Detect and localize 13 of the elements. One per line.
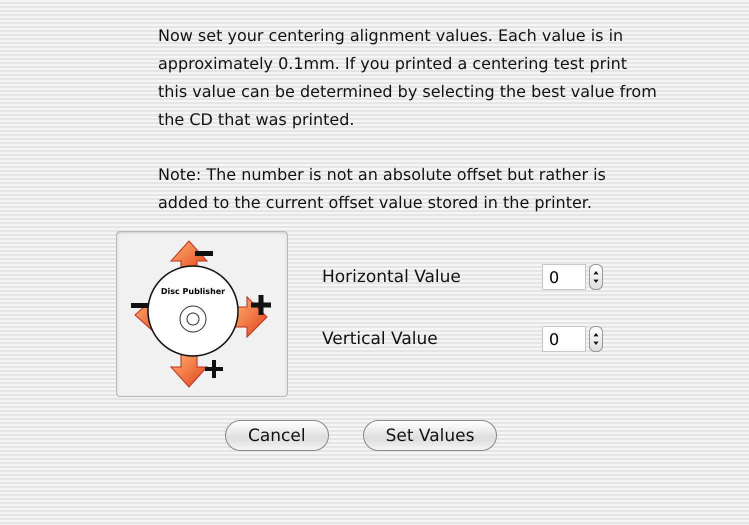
number-field[interactable]: 0 bbox=[542, 264, 586, 290]
disc-label: Disc Publisher bbox=[160, 287, 226, 296]
disc-icon bbox=[147, 265, 239, 357]
stepper-icon[interactable] bbox=[589, 326, 603, 352]
cancel-button[interactable]: Cancel bbox=[225, 420, 329, 451]
field-label: Vertical Value bbox=[322, 329, 439, 349]
set-values-button[interactable]: Set Values bbox=[362, 420, 498, 451]
down-arrow-icon bbox=[170, 354, 225, 388]
instruction-text: Note: The number is not an absolute offset but rather is added to the current offset value stored in the printer. bbox=[158, 164, 607, 214]
number-field[interactable]: 0 bbox=[542, 326, 586, 352]
instruction-text: Now set your centering alignment values. Each value is in approximately 0.1mm. If you printed a centering test print this value can be determined by selecting the best value from the CD that was printed. bbox=[158, 25, 658, 131]
field-label: Horizontal Value bbox=[322, 267, 462, 287]
stepper-icon[interactable] bbox=[589, 264, 603, 290]
